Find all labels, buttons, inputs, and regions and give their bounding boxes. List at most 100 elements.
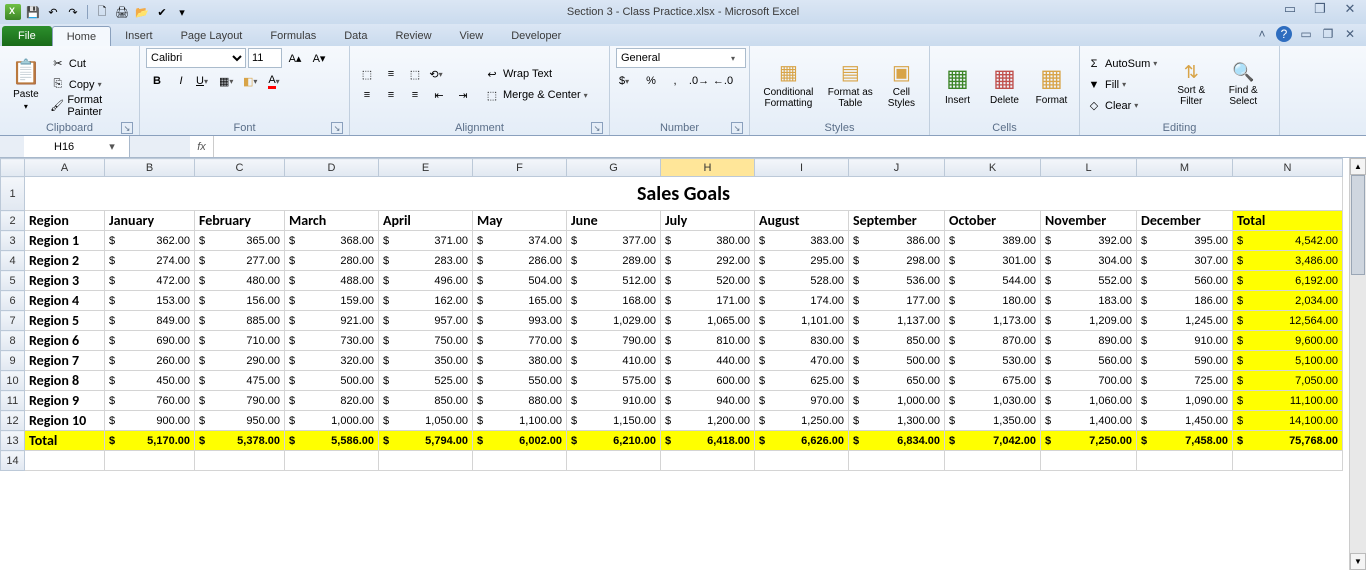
data-cell[interactable]: $320.00 <box>285 351 379 371</box>
alignment-dialog-icon[interactable]: ↘ <box>591 122 603 134</box>
format-cells-button[interactable]: ▦Format <box>1030 52 1073 118</box>
row-header-6[interactable]: 6 <box>1 291 25 311</box>
data-cell[interactable]: $849.00 <box>105 311 195 331</box>
data-cell[interactable]: $760.00 <box>105 391 195 411</box>
data-cell[interactable]: $386.00 <box>849 231 945 251</box>
data-cell[interactable]: $950.00 <box>195 411 285 431</box>
col-total-cell[interactable]: $6,626.00 <box>755 431 849 451</box>
data-cell[interactable]: $488.00 <box>285 271 379 291</box>
data-cell[interactable]: $283.00 <box>379 251 473 271</box>
minimize-ribbon-icon[interactable]: ˄ <box>1254 26 1270 42</box>
col-header-M[interactable]: M <box>1137 159 1233 177</box>
empty-cell[interactable] <box>195 451 285 471</box>
cut-button[interactable]: ✂Cut <box>50 54 133 74</box>
data-cell[interactable]: $304.00 <box>1041 251 1137 271</box>
header-cell[interactable]: June <box>567 211 661 231</box>
scroll-thumb[interactable] <box>1351 175 1365 275</box>
data-cell[interactable]: $1,209.00 <box>1041 311 1137 331</box>
data-cell[interactable]: $650.00 <box>849 371 945 391</box>
col-header-N[interactable]: N <box>1233 159 1343 177</box>
empty-cell[interactable] <box>473 451 567 471</box>
orientation-icon[interactable]: ⟲▾ <box>428 64 450 84</box>
data-cell[interactable]: $475.00 <box>195 371 285 391</box>
font-name-select[interactable]: Calibri <box>146 48 246 68</box>
data-cell[interactable]: $410.00 <box>567 351 661 371</box>
data-cell[interactable]: $1,101.00 <box>755 311 849 331</box>
currency-icon[interactable]: $▾ <box>616 71 638 91</box>
row-total-cell[interactable]: $9,600.00 <box>1233 331 1343 351</box>
tab-review[interactable]: Review <box>381 26 445 46</box>
row-total-cell[interactable]: $12,564.00 <box>1233 311 1343 331</box>
header-cell[interactable]: November <box>1041 211 1137 231</box>
empty-cell[interactable] <box>105 451 195 471</box>
header-cell[interactable]: March <box>285 211 379 231</box>
underline-button[interactable]: U▾ <box>194 71 216 91</box>
data-cell[interactable]: $1,450.00 <box>1137 411 1233 431</box>
data-cell[interactable]: $162.00 <box>379 291 473 311</box>
data-cell[interactable]: $174.00 <box>755 291 849 311</box>
row-total-cell[interactable]: $3,486.00 <box>1233 251 1343 271</box>
data-cell[interactable]: $900.00 <box>105 411 195 431</box>
data-cell[interactable]: $850.00 <box>849 331 945 351</box>
col-total-cell[interactable]: $6,002.00 <box>473 431 567 451</box>
col-total-cell[interactable]: $7,042.00 <box>945 431 1041 451</box>
col-total-cell[interactable]: $6,418.00 <box>661 431 755 451</box>
data-cell[interactable]: $165.00 <box>473 291 567 311</box>
formula-input[interactable] <box>214 136 1366 157</box>
empty-cell[interactable] <box>755 451 849 471</box>
data-cell[interactable]: $810.00 <box>661 331 755 351</box>
col-total-cell[interactable]: $7,250.00 <box>1041 431 1137 451</box>
data-cell[interactable]: $290.00 <box>195 351 285 371</box>
data-cell[interactable]: $470.00 <box>755 351 849 371</box>
align-bottom-icon[interactable]: ⬚ <box>404 64 426 84</box>
data-cell[interactable]: $552.00 <box>1041 271 1137 291</box>
data-cell[interactable]: $575.00 <box>567 371 661 391</box>
data-cell[interactable]: $1,250.00 <box>755 411 849 431</box>
data-cell[interactable]: $560.00 <box>1041 351 1137 371</box>
data-cell[interactable]: $156.00 <box>195 291 285 311</box>
tab-insert[interactable]: Insert <box>111 26 167 46</box>
row-header-7[interactable]: 7 <box>1 311 25 331</box>
comma-icon[interactable]: , <box>664 71 686 91</box>
data-cell[interactable]: $289.00 <box>567 251 661 271</box>
data-cell[interactable]: $292.00 <box>661 251 755 271</box>
col-total-cell[interactable]: $6,210.00 <box>567 431 661 451</box>
col-total-cell[interactable]: $6,834.00 <box>849 431 945 451</box>
header-cell[interactable]: May <box>473 211 567 231</box>
col-header-G[interactable]: G <box>567 159 661 177</box>
number-dialog-icon[interactable]: ↘ <box>731 122 743 134</box>
row-total-cell[interactable]: $11,100.00 <box>1233 391 1343 411</box>
number-format-select[interactable]: General▾ <box>616 48 746 68</box>
data-cell[interactable]: $307.00 <box>1137 251 1233 271</box>
data-cell[interactable]: $525.00 <box>379 371 473 391</box>
window-restore-icon[interactable]: ❐ <box>1320 26 1336 42</box>
col-header-D[interactable]: D <box>285 159 379 177</box>
col-total-cell[interactable]: $7,458.00 <box>1137 431 1233 451</box>
close-icon[interactable]: ✕ <box>1340 2 1360 16</box>
header-cell[interactable]: February <box>195 211 285 231</box>
undo-icon[interactable]: ↶ <box>44 3 62 21</box>
align-left-icon[interactable]: ≡ <box>356 85 378 105</box>
data-cell[interactable]: $395.00 <box>1137 231 1233 251</box>
excel-icon[interactable] <box>4 3 22 21</box>
data-cell[interactable]: $500.00 <box>849 351 945 371</box>
region-label[interactable]: Region 4 <box>25 291 105 311</box>
row-header-1[interactable]: 1 <box>1 177 25 211</box>
data-cell[interactable]: $770.00 <box>473 331 567 351</box>
data-cell[interactable]: $1,173.00 <box>945 311 1041 331</box>
merge-center-button[interactable]: ⬚Merge & Center▾ <box>484 85 594 105</box>
data-cell[interactable]: $153.00 <box>105 291 195 311</box>
data-cell[interactable]: $1,029.00 <box>567 311 661 331</box>
row-total-cell[interactable]: $4,542.00 <box>1233 231 1343 251</box>
font-dialog-icon[interactable]: ↘ <box>331 122 343 134</box>
clipboard-dialog-icon[interactable]: ↘ <box>121 122 133 134</box>
data-cell[interactable]: $940.00 <box>661 391 755 411</box>
region-label[interactable]: Region 10 <box>25 411 105 431</box>
data-cell[interactable]: $528.00 <box>755 271 849 291</box>
data-cell[interactable]: $993.00 <box>473 311 567 331</box>
col-header-I[interactable]: I <box>755 159 849 177</box>
tab-page-layout[interactable]: Page Layout <box>167 26 257 46</box>
fill-color-button[interactable]: ◧▾ <box>242 71 264 91</box>
data-cell[interactable]: $301.00 <box>945 251 1041 271</box>
grand-total-cell[interactable]: $75,768.00 <box>1233 431 1343 451</box>
